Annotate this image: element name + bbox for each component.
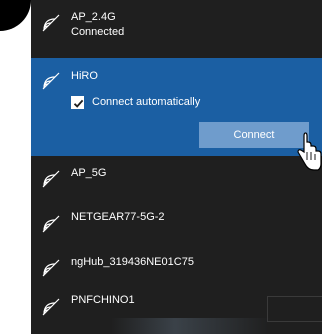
network-name: NETGEAR77-5G-2: [71, 211, 165, 223]
partial-button-outline: [267, 296, 322, 322]
wifi-network-list: AP_2.4G Connected HiRO Connect automatic…: [31, 0, 322, 334]
wifi-signal-icon: [42, 298, 60, 316]
wifi-signal-icon: [42, 170, 60, 188]
wifi-signal-icon: [42, 14, 60, 32]
network-item-ap-5g[interactable]: AP_5G: [31, 156, 322, 202]
network-name: ngHub_319436NE01C75: [71, 256, 194, 268]
connect-automatically-label: Connect automatically: [92, 96, 201, 108]
network-name: HiRO: [71, 70, 98, 82]
network-name: AP_5G: [71, 167, 107, 179]
network-name: PNFCHINO1: [71, 294, 135, 306]
network-item-netgear77-5g-2[interactable]: NETGEAR77-5G-2: [31, 202, 322, 246]
wifi-signal-icon: [42, 259, 60, 277]
network-item-ap-2-4g[interactable]: AP_2.4G Connected: [31, 0, 322, 60]
corner-shadow: [0, 0, 31, 31]
checkmark-icon: [73, 99, 84, 108]
taskbar-glow: [111, 318, 271, 334]
network-status: Connected: [71, 26, 125, 38]
wifi-signal-icon: [42, 215, 60, 233]
connect-automatically-checkbox[interactable]: [71, 96, 84, 109]
network-item-nghub[interactable]: ngHub_319436NE01C75: [31, 246, 322, 286]
hand-pointer-icon: [297, 132, 322, 171]
wifi-signal-icon: [42, 72, 60, 90]
network-name: AP_2.4G: [71, 11, 116, 23]
